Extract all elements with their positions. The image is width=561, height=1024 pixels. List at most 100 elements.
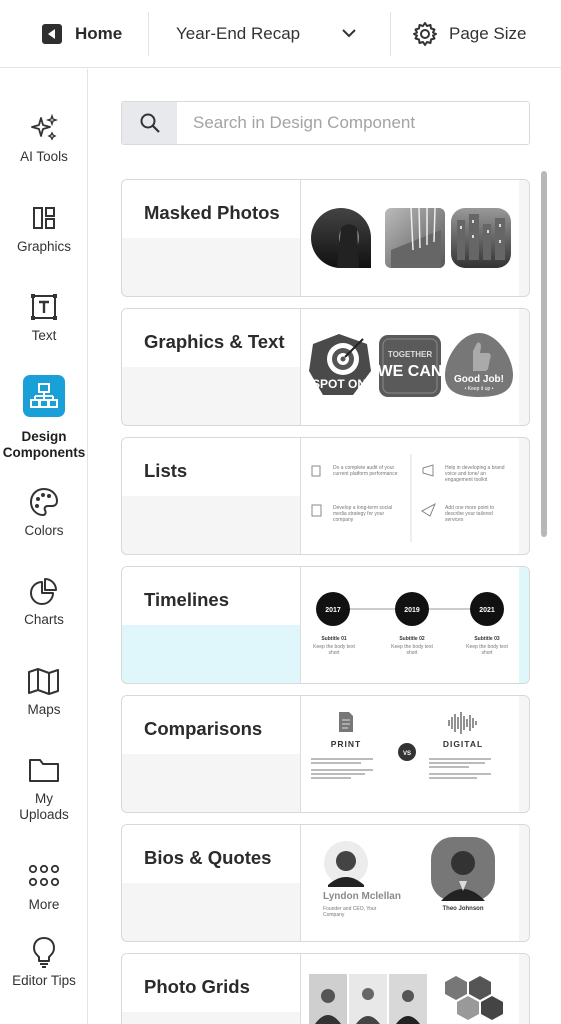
category-title: Timelines (144, 589, 230, 610)
timeline-label: Subtitle 02 (399, 636, 425, 642)
sidebar-item-more[interactable]: More (0, 859, 88, 913)
timeline-label: Subtitle 01 (321, 636, 347, 642)
category-title: Lists (144, 460, 188, 481)
sidebar-item-label: My Uploads (19, 791, 69, 822)
photo-grid-preview-image (309, 974, 503, 1024)
comparison-preview: PRINT DIGITAL VS (311, 712, 491, 779)
active-highlight (23, 375, 65, 417)
grid-dots-icon (28, 864, 60, 887)
page-size-label: Page Size (449, 24, 527, 43)
timeline-year: 2021 (479, 607, 495, 614)
category-card-graphics-text[interactable]: Graphics & Text SPOT ON TOGETHER WE CAN … (121, 308, 530, 426)
timeline-year: 2019 (404, 607, 420, 614)
gear-icon (413, 22, 437, 46)
search-button[interactable] (122, 102, 177, 144)
map-icon (28, 668, 59, 695)
folder-icon (29, 759, 59, 782)
category-card-bios-quotes[interactable]: Bios & Quotes Lyndon Mclellan Founder an… (121, 824, 530, 942)
category-title: Comparisons (144, 718, 263, 739)
comparison-right-label: DIGITAL (443, 739, 483, 749)
list-item-text: Add one more point to describe your tail… (445, 505, 495, 523)
category-card-photo-grids[interactable]: Photo Grids (121, 953, 530, 1024)
sidebar-item-design-components[interactable]: Design Components (0, 375, 88, 461)
search-input[interactable] (177, 102, 529, 144)
list-icons-preview (311, 454, 437, 542)
badge-text: • Keep it up • (465, 386, 494, 392)
top-bar: Home Year-End Recap Page Size (0, 0, 561, 68)
timeline-year: 2017 (325, 607, 341, 614)
layout-icon (33, 207, 55, 229)
design-components-panel: Masked Photos G (89, 69, 561, 1024)
category-title: Masked Photos (144, 202, 280, 223)
badges-preview-image: SPOT ON TOGETHER WE CAN Good Job! • Keep… (309, 333, 513, 397)
category-preview (301, 180, 519, 296)
category-card-lists[interactable]: Lists Do a complete audit of your curren… (121, 437, 530, 555)
category-preview: PRINT DIGITAL VS (301, 696, 519, 812)
category-title: Photo Grids (144, 976, 250, 997)
sidebar-item-label: Text (31, 328, 57, 343)
bio-name: Theo Johnson (442, 906, 484, 912)
sidebar-item-text[interactable]: Text (0, 290, 88, 344)
chevron-down-icon[interactable] (342, 28, 356, 38)
text-box-icon (31, 294, 57, 320)
divider (390, 12, 391, 56)
category-title: Graphics & Text (144, 331, 285, 352)
category-card-comparisons[interactable]: Comparisons PRINT DIGITAL VS (121, 695, 530, 813)
category-preview: 2017 2019 2021 Subtitle 01 Subtitle 02 S… (301, 567, 519, 683)
page-size-button[interactable]: Page Size (412, 0, 527, 68)
masked-photos-preview-image (311, 207, 511, 268)
category-card-timelines[interactable]: Timelines 2017 2019 2021 Subtitle 01 Sub… (121, 566, 530, 684)
sparkle-icon (31, 113, 59, 141)
sidebar-item-editor-tips[interactable]: Editor Tips (0, 935, 88, 989)
timeline-sublabel: Keep the body text short (313, 644, 355, 656)
timeline-sublabel: Keep the body text short (391, 644, 433, 656)
sidebar-item-label: Colors (24, 523, 64, 538)
sidebar-item-ai-tools[interactable]: AI Tools (0, 111, 88, 165)
sidebar-item-label: Charts (24, 612, 64, 627)
sidebar-item-label: More (28, 897, 60, 912)
list-item-text: Develop a long-term social media strateg… (333, 505, 393, 523)
badge-text: WE CAN (378, 363, 443, 380)
sidebar-item-label: Maps (27, 702, 61, 717)
category-preview: SPOT ON TOGETHER WE CAN Good Job! • Keep… (301, 309, 519, 425)
category-preview (301, 954, 519, 1024)
sidebar-item-graphics[interactable]: Graphics (0, 201, 88, 255)
pie-chart-icon (30, 578, 57, 605)
sidebar: AI Tools Graphics Text Design Components… (0, 69, 88, 1024)
badge-text: TOGETHER (388, 350, 433, 359)
list-item-text: Do a complete audit of your current plat… (333, 465, 398, 477)
bio-role: Founder and CEO, Your Company (323, 906, 377, 918)
category-preview: Do a complete audit of your current plat… (301, 438, 519, 554)
sidebar-item-label: Editor Tips (12, 973, 76, 988)
badge-text: SPOT ON (312, 377, 366, 391)
comparison-vs-label: VS (403, 751, 411, 757)
search-icon (140, 113, 160, 133)
home-button[interactable]: Home (42, 0, 122, 68)
sidebar-item-my-uploads[interactable]: My Uploads (0, 753, 88, 823)
bios-preview-image (324, 837, 495, 901)
lightbulb-icon (33, 937, 55, 968)
sidebar-item-charts[interactable]: Charts (0, 574, 88, 628)
category-card-masked-photos[interactable]: Masked Photos (121, 179, 530, 297)
sidebar-item-colors[interactable]: Colors (0, 485, 88, 539)
badge-text: Good Job! (454, 374, 504, 385)
sidebar-item-label: Graphics (16, 239, 72, 254)
back-arrow-icon (42, 24, 62, 44)
home-label: Home (75, 24, 123, 43)
divider (148, 12, 149, 56)
search-bar (121, 101, 530, 145)
scrollbar[interactable] (541, 171, 547, 537)
hierarchy-icon (30, 383, 58, 408)
sidebar-item-maps[interactable]: Maps (0, 664, 88, 718)
category-title: Bios & Quotes (144, 847, 272, 868)
bio-name: Lyndon Mclellan (323, 891, 401, 902)
timeline-preview: 2017 2019 2021 (316, 592, 504, 626)
category-preview: Lyndon Mclellan Founder and CEO, Your Co… (301, 825, 519, 941)
palette-icon (29, 487, 59, 517)
list-item-text: Help in developing a brand voice and ton… (445, 465, 505, 483)
sidebar-item-label: AI Tools (20, 149, 68, 164)
project-name[interactable]: Year-End Recap (176, 0, 300, 68)
timeline-label: Subtitle 03 (474, 636, 500, 642)
comparison-left-label: PRINT (331, 739, 362, 749)
sidebar-item-label: Design Components (2, 429, 86, 460)
